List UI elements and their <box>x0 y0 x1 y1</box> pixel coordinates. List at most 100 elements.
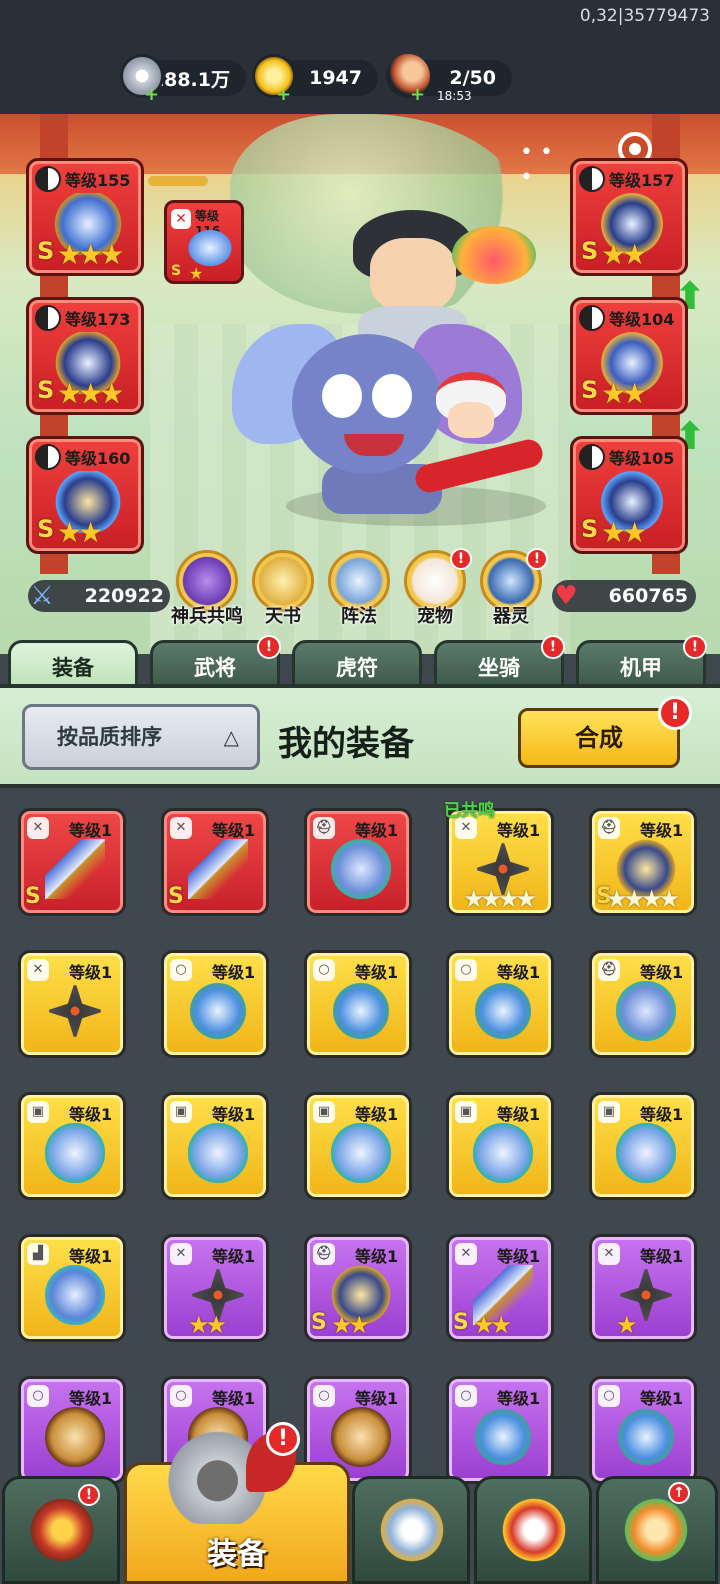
inventory-item[interactable]: ✕ 等级1 ★ <box>589 1234 697 1342</box>
slot-level: 等级173 <box>65 310 131 329</box>
equip-slot-left-1[interactable]: 等级155 S ★★★ <box>26 158 144 276</box>
hp-value: 660765 <box>608 585 688 607</box>
equip-slot-left-3[interactable]: 等级160 S ★★ <box>26 436 144 554</box>
fang-icon <box>331 1407 391 1467</box>
inventory-item[interactable]: ✕ 等级1 S <box>161 808 269 916</box>
inventory-item[interactable]: ✕ 等级1 ★★★★ <box>446 808 554 916</box>
nav-rooster-button[interactable] <box>474 1476 592 1584</box>
item-level: 等级1 <box>497 821 541 840</box>
inventory-item[interactable]: ▣ 等级1 <box>18 1092 126 1200</box>
inventory-item[interactable]: ○ 等级1 <box>304 950 412 1058</box>
inventory-item[interactable]: ⛑ 等级1 <box>304 808 412 916</box>
synthesize-button[interactable]: 合成 <box>518 708 680 768</box>
amulet-type-icon: ○ <box>455 959 477 981</box>
elephant-eye-left <box>322 374 362 418</box>
inventory-item[interactable]: ▣ 等级1 <box>161 1092 269 1200</box>
lotus-icon <box>452 226 536 284</box>
add-gold-icon[interactable]: + <box>276 84 291 105</box>
yin-yang-icon <box>579 166 605 192</box>
add-silver-icon[interactable]: + <box>144 84 159 105</box>
resonated-label: 已共鸣 <box>444 801 495 821</box>
armor-icon <box>473 1123 533 1183</box>
page-title: 我的装备 <box>278 724 414 764</box>
slot-level: 等级155 <box>65 171 131 190</box>
slot-level: 等级104 <box>609 310 675 329</box>
equip-slot-right-1[interactable]: 等级157 S ★★ <box>570 158 688 276</box>
star-rating: ★★★ <box>57 238 124 271</box>
inventory-item[interactable]: ▟ 等级1 <box>18 1234 126 1342</box>
inventory-item[interactable]: ✕ 等级1 S <box>18 808 126 916</box>
feature-resonance-button[interactable]: 神兵共鸣 <box>170 550 244 630</box>
weapon-type-icon: ✕ <box>170 817 192 839</box>
shuriken-type-icon: ✕ <box>598 1243 620 1265</box>
alert-badge: ! <box>541 635 565 659</box>
inventory-item[interactable]: ▣ 等级1 <box>304 1092 412 1200</box>
grade-label: S <box>37 515 55 543</box>
inventory-item[interactable]: ⛑ 等级1 S ★★★★ <box>589 808 697 916</box>
gold-amount: 1947 <box>309 67 362 89</box>
weapon-icon <box>188 839 248 899</box>
equip-slot-linked[interactable]: ✕ 等级116 S ★ <box>164 200 244 284</box>
tab-mounts[interactable]: 坐骑! <box>434 635 565 688</box>
star-rating: ★★ <box>473 1311 512 1339</box>
inventory-item[interactable]: ▣ 等级1 <box>589 1092 697 1200</box>
nav-battle-button[interactable] <box>352 1476 470 1584</box>
upgrade-arrow-icon: ↑ <box>668 1482 690 1504</box>
item-level: 等级1 <box>497 963 541 982</box>
armor-type-icon: ▣ <box>598 1101 620 1123</box>
inventory-item[interactable]: ⛑ 等级1 S ★★ <box>304 1234 412 1342</box>
shuriken-icon <box>45 981 105 1041</box>
shuriken-type-icon: ✕ <box>27 959 49 981</box>
silver-resource[interactable]: + 188.1万 <box>120 54 246 105</box>
pet-kid-character[interactable] <box>412 372 546 496</box>
gold-helm-type-icon: ⛑ <box>598 817 620 839</box>
hero-face <box>370 238 456 312</box>
feature-formation-button[interactable]: 阵法 <box>322 550 396 630</box>
inventory-item[interactable]: ▣ 等级1 <box>446 1092 554 1200</box>
armor-type-icon: ▣ <box>27 1101 49 1123</box>
nav-city-button[interactable] <box>2 1476 120 1584</box>
elephant-mouth <box>344 434 404 456</box>
item-level: 等级1 <box>69 821 113 840</box>
tab-equipment[interactable]: 装备 <box>8 640 138 688</box>
fang-icon <box>45 1407 105 1467</box>
nav-upgrade-button[interactable] <box>596 1476 718 1584</box>
armor-icon <box>45 1123 105 1183</box>
tab-mecha[interactable]: 机甲! <box>576 635 707 688</box>
tab-tiger-tally[interactable]: 虎符 <box>292 640 422 688</box>
item-level: 等级1 <box>640 821 684 840</box>
gold-resource[interactable]: + 1947 <box>252 54 378 105</box>
equip-slot-right-3[interactable]: 等级105 S ★★ <box>570 436 688 554</box>
sort-by-quality-button[interactable]: 按品质排序 △ <box>22 704 260 770</box>
equip-slot-left-2[interactable]: 等级173 S ★★★ <box>26 297 144 415</box>
feature-spirit-button[interactable]: 器灵 ! <box>474 548 548 630</box>
equip-slot-right-2[interactable]: 等级104 S ★★ <box>570 297 688 415</box>
build-id: 0,32|35779473 <box>579 6 710 26</box>
category-tabs: 装备 武将! 虎符 坐骑! 机甲! <box>0 635 720 688</box>
yin-yang-icon <box>35 305 61 331</box>
tab-generals[interactable]: 武将! <box>150 635 281 688</box>
add-stamina-icon[interactable]: + <box>410 84 425 105</box>
inventory-item[interactable]: ✕ 等级1 <box>18 950 126 1058</box>
grade-label: S <box>581 237 599 265</box>
crossed-swords-shield-icon <box>377 1495 447 1565</box>
tab-label: 武将 <box>194 656 236 680</box>
inventory-item[interactable]: ✕ 等级1 ★★ <box>161 1234 269 1342</box>
grade-label: S <box>37 237 55 265</box>
feature-scroll-button[interactable]: 天书 <box>246 550 320 630</box>
kid-face <box>448 402 494 438</box>
fang-type-icon: ○ <box>313 1385 335 1407</box>
armor-icon <box>331 1123 391 1183</box>
sword-icon: ⚔ <box>30 581 54 611</box>
feature-pet-button[interactable]: 宠物 ! <box>398 548 472 630</box>
inventory-item[interactable]: ○ 等级1 <box>446 950 554 1058</box>
nav-label: 装备 <box>207 1537 267 1572</box>
equipment-panel-header: 按品质排序 △ 我的装备 合成 ! <box>0 684 720 788</box>
rooster-icon <box>499 1495 569 1565</box>
feature-label: 器灵 <box>493 606 529 627</box>
inventory-item[interactable]: ○ 等级1 <box>161 950 269 1058</box>
inventory-item[interactable]: ⛑ 等级1 <box>589 950 697 1058</box>
alert-badge: ! <box>257 635 281 659</box>
tab-label: 机甲 <box>620 656 662 680</box>
inventory-item[interactable]: ✕ 等级1 S ★★ <box>446 1234 554 1342</box>
